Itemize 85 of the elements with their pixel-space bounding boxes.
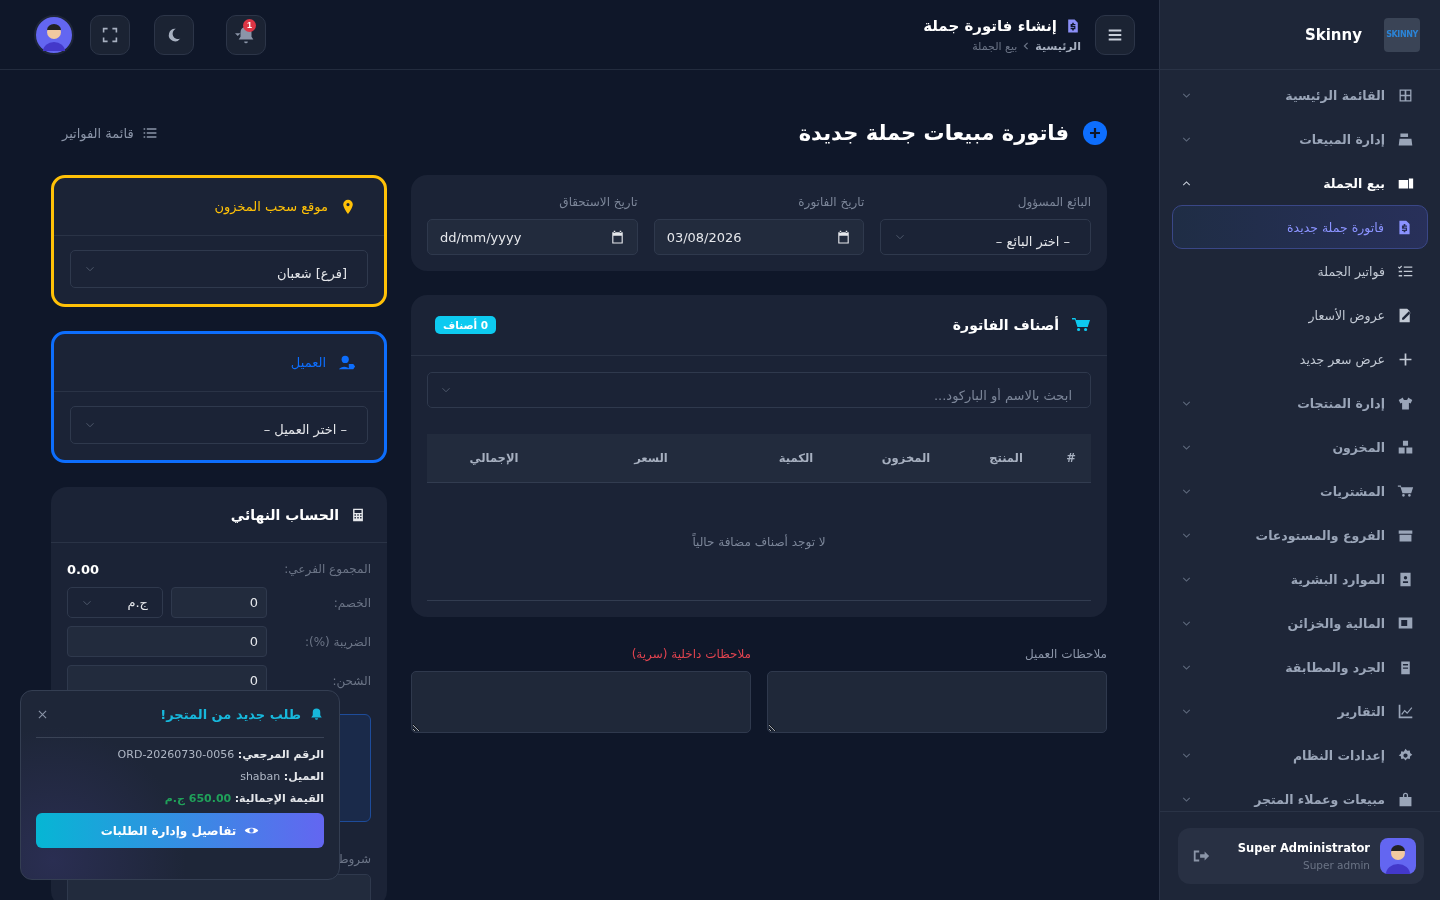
submenu-item[interactable]: عرض سعر جديد [1172, 337, 1428, 381]
dropdown-select[interactable]: [فرع] شعبان [70, 250, 368, 288]
notifications-button[interactable]: 1 [226, 14, 266, 55]
calculator-icon [351, 506, 365, 523]
breadcrumb-link[interactable]: الرئيسية [1035, 39, 1081, 53]
menu-item[interactable]: الموارد البشرية [1160, 557, 1440, 601]
notes-field[interactable] [767, 671, 1107, 733]
field-label: تاريخ الفاتورة [797, 195, 865, 209]
column-header: الإجمالي [468, 451, 520, 465]
invoice-list-link[interactable]: قائمة الفواتير [62, 125, 158, 141]
close-icon[interactable] [38, 709, 47, 719]
chevron-left-icon [1022, 42, 1031, 50]
user-name: Super Administrator [1237, 841, 1370, 855]
input-field[interactable]: 0 [67, 626, 267, 657]
calendar-icon [836, 229, 852, 245]
field-label: الشحن: [332, 673, 371, 688]
notification-badge: 1 [243, 18, 256, 32]
notes-label: ملاحظات العميل [1023, 647, 1107, 661]
avatar-icon [1380, 838, 1416, 874]
menu-button[interactable] [1095, 14, 1135, 55]
card-title: أصناف الفاتورة [952, 317, 1059, 333]
card-title: العميل [290, 355, 326, 370]
page-title: فاتورة مبيعات جملة جديدة [798, 121, 1069, 145]
location-pin-icon [340, 198, 356, 215]
menu-item[interactable]: القائمة الرئيسية [1160, 73, 1440, 117]
field-label: شروط [336, 852, 371, 866]
avatar-icon[interactable] [34, 14, 74, 55]
submenu-item[interactable]: عروض الأسعار [1172, 293, 1428, 337]
boxes-icon [1397, 438, 1414, 456]
field-label: تاريخ الاستحقاق [558, 195, 638, 209]
submenu-item[interactable]: فواتير الجملة [1172, 249, 1428, 293]
menu-item[interactable]: التقارير [1160, 689, 1440, 733]
field-label: المجموع الفرعي: [284, 562, 371, 576]
list-icon [141, 125, 158, 141]
menu-item[interactable]: الجرد والمطابقة [1160, 645, 1440, 689]
empty-message: لا توجد أصناف مضافة حالياً [692, 534, 826, 549]
invoice-icon [1396, 218, 1413, 236]
count-badge: 0 أصناف [435, 316, 497, 334]
menu-item[interactable]: بيع الجملة [1160, 161, 1440, 205]
column-header: # [1065, 451, 1077, 465]
dropdown-select[interactable]: – اختر العميل – [70, 406, 368, 444]
user-tag-icon [338, 353, 356, 372]
order-details-button[interactable]: تفاصيل وإدارة الطلبات [36, 813, 324, 848]
menu-item[interactable]: إدارة المبيعات [1160, 117, 1440, 161]
id-badge-icon [1397, 570, 1414, 588]
gear-icon [1397, 746, 1414, 764]
menu-item[interactable]: المالية والخزائن [1160, 601, 1440, 645]
column-header: الكمية [777, 451, 815, 465]
logo: SKINNY [1384, 17, 1420, 52]
calendar-icon [609, 229, 625, 245]
notes-field[interactable] [411, 671, 751, 733]
chart-icon [1397, 702, 1414, 720]
brand-name: Skinny [1304, 25, 1362, 44]
subtotal-value: 0.00 [67, 561, 100, 577]
menu-item[interactable]: الفروع والمستودعات [1160, 513, 1440, 557]
submenu-item[interactable]: فاتورة جملة جديدة [1172, 205, 1428, 249]
seller-select[interactable]: – اختر البائع – [880, 219, 1091, 255]
column-header: المخزون [880, 451, 932, 465]
user-role: Super admin [1303, 859, 1370, 871]
bag-icon [1397, 790, 1414, 808]
fullscreen-button[interactable] [90, 14, 130, 55]
menu-item[interactable]: إعدادات النظام [1160, 733, 1440, 777]
input-field[interactable]: 0 [171, 587, 267, 618]
notes-label: ملاحظات داخلية (سرية) [630, 647, 751, 661]
field-label: الضريبة (%): [304, 634, 371, 649]
theme-toggle-button[interactable] [154, 14, 194, 55]
card-title: الحساب النهائي [230, 506, 339, 523]
card-title: موقع سحب المخزون [214, 199, 328, 214]
currency-select[interactable]: ج.م [67, 587, 163, 618]
menu-item[interactable]: إدارة المنتجات [1160, 381, 1440, 425]
date-field[interactable]: dd/mm/yyyy [427, 219, 638, 255]
fullscreen-icon [102, 26, 118, 43]
page-header-title: إنشاء فاتورة جملة [923, 16, 1057, 35]
bell-icon [309, 706, 324, 722]
column-header: المنتج [988, 451, 1024, 465]
field-label: البائع المسؤول [1016, 195, 1091, 209]
menu-item[interactable]: مبيعات وعملاء المتجر [1160, 777, 1440, 811]
column-header: السعر [632, 451, 669, 465]
plus-circle-icon [1083, 121, 1107, 145]
order-detail: القيمة الإجمالية: 650.00 ج.م [163, 792, 324, 805]
menu-item[interactable]: المشتريات [1160, 469, 1440, 513]
date-field[interactable]: 03/08/2026 [653, 219, 865, 255]
field-label: الخصم: [333, 595, 371, 610]
toast-title: طلب جديد من المتجر! [159, 706, 301, 722]
menu-item[interactable]: المخزون [1160, 425, 1440, 469]
